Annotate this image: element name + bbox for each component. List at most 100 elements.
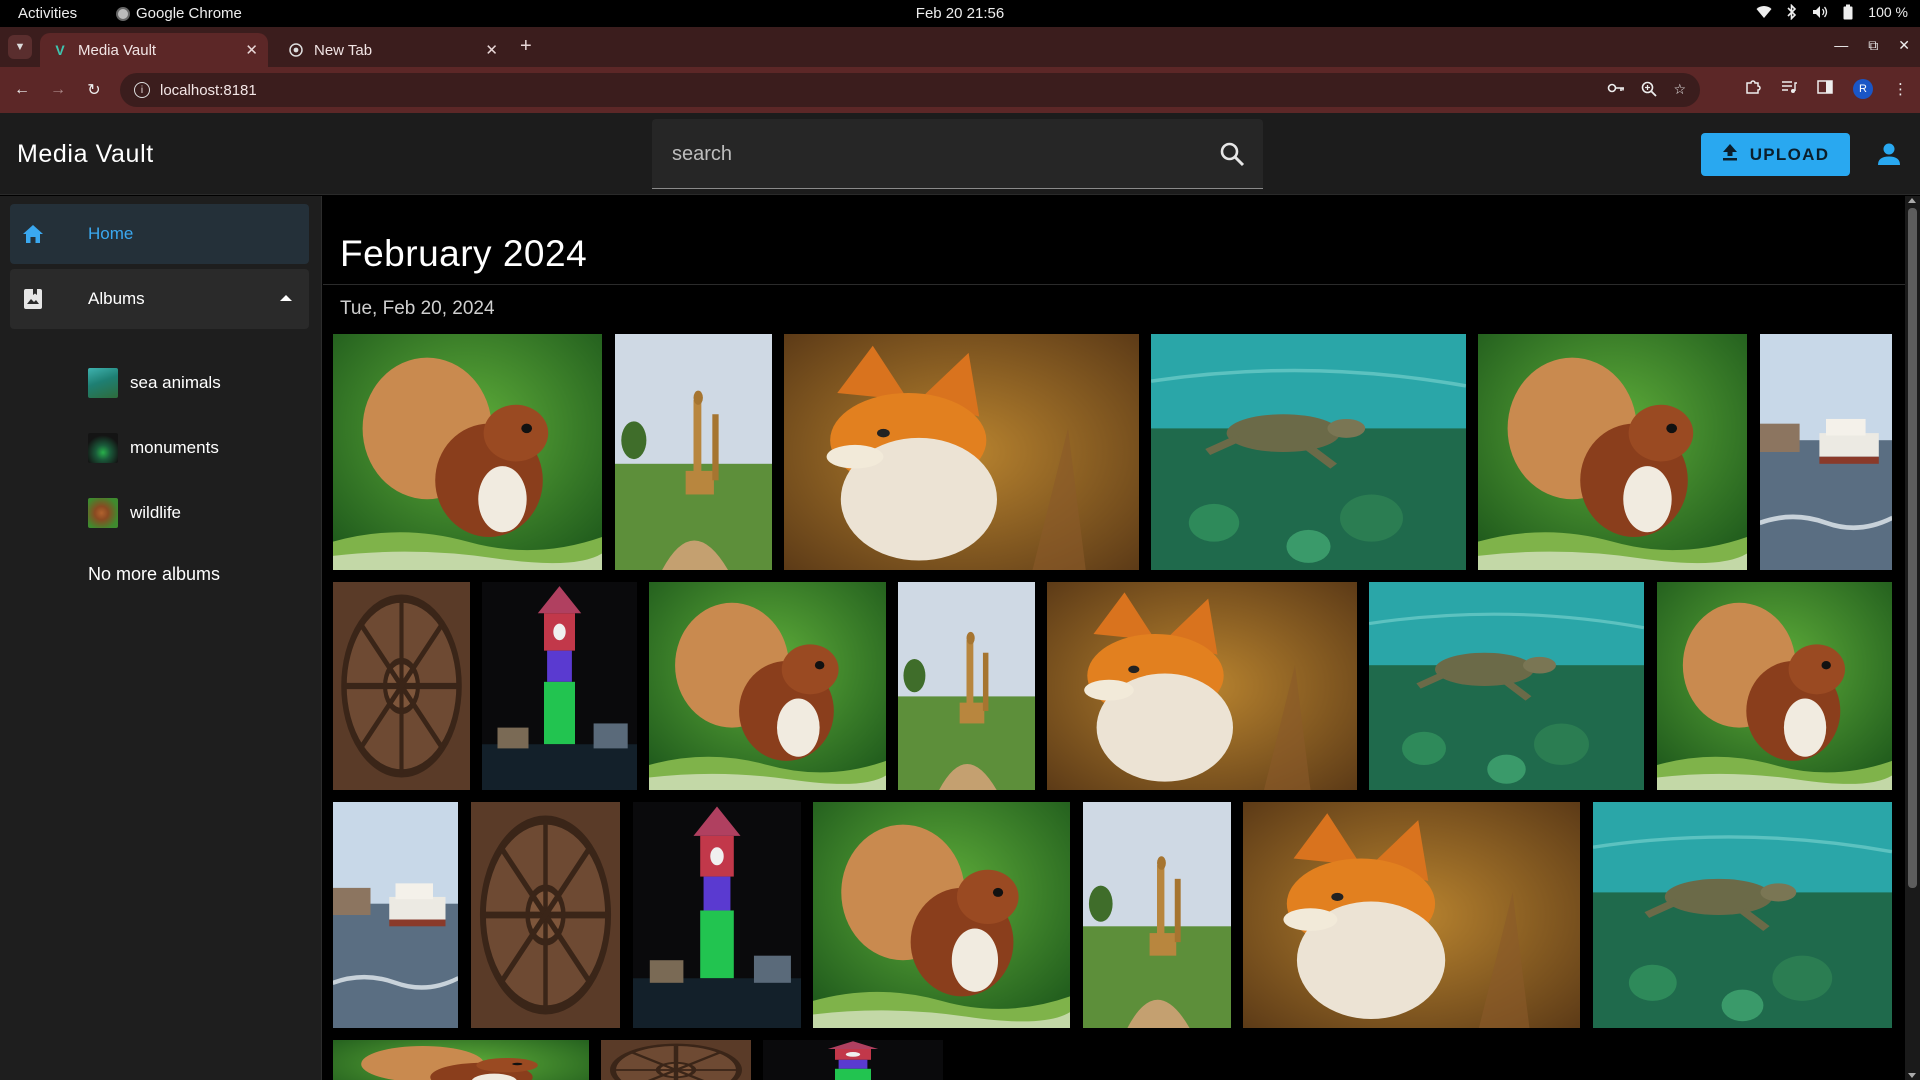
new-tab-plus-icon[interactable]: + xyxy=(520,36,532,56)
activities-button[interactable]: Activities xyxy=(18,5,77,22)
photo-squirrel[interactable] xyxy=(333,334,602,570)
scroll-up-icon[interactable] xyxy=(1908,198,1916,203)
app-title[interactable]: Media Vault xyxy=(17,140,154,169)
browser-tab-strip: ▼ V Media Vault ✕ New Tab ✕ + — ⧉ ✕ xyxy=(0,27,1920,67)
photo-squirrel[interactable] xyxy=(1478,334,1747,570)
tab-new-tab[interactable]: New Tab ✕ xyxy=(276,33,508,67)
photo-ferry[interactable] xyxy=(333,802,458,1028)
window-controls: — ⧉ ✕ xyxy=(1834,37,1910,54)
photo-tower[interactable] xyxy=(482,582,637,790)
profile-avatar[interactable]: R xyxy=(1853,79,1873,99)
photo-giraffe[interactable] xyxy=(1083,802,1231,1028)
photo-wheel[interactable] xyxy=(471,802,620,1028)
photo-fox[interactable] xyxy=(1243,802,1580,1028)
os-top-bar: Activities Google Chrome Feb 20 21:56 10… xyxy=(0,0,1920,27)
no-more-albums-text: No more albums xyxy=(88,564,221,584)
photo-squirrel[interactable] xyxy=(813,802,1070,1028)
url-text: localhost:8181 xyxy=(160,81,257,99)
search-field[interactable] xyxy=(652,119,1263,189)
sidebar: Home Albums sea animals monuments wildli… xyxy=(0,196,322,1080)
page-scrollbar[interactable] xyxy=(1905,196,1920,1080)
bookmark-star-icon[interactable]: ☆ xyxy=(1673,81,1686,100)
photo-turtle[interactable] xyxy=(1369,582,1644,790)
chrome-menu-kebab-icon[interactable]: ⋮ xyxy=(1893,80,1908,98)
photo-squirrel[interactable] xyxy=(1657,582,1892,790)
clock[interactable]: Feb 20 21:56 xyxy=(0,5,1920,22)
album-name: sea animals xyxy=(130,373,221,392)
album-thumbnail xyxy=(88,433,118,463)
forward-arrow-icon[interactable]: → xyxy=(47,79,69,101)
volume-icon xyxy=(1812,4,1828,20)
album-name: monuments xyxy=(130,438,219,457)
photo-album-icon xyxy=(21,287,45,311)
close-window-icon[interactable]: ✕ xyxy=(1898,37,1910,54)
tab-media-vault[interactable]: V Media Vault ✕ xyxy=(40,33,268,67)
chrome-icon xyxy=(116,6,130,21)
search-icon[interactable] xyxy=(1219,141,1245,167)
zoom-icon[interactable] xyxy=(1641,81,1658,100)
album-sea-animals[interactable]: sea animals xyxy=(88,368,221,398)
reload-icon[interactable]: ↻ xyxy=(83,79,105,101)
scrollbar-thumb[interactable] xyxy=(1908,208,1917,888)
system-tray[interactable]: 100 % xyxy=(1756,4,1908,20)
day-heading: Tue, Feb 20, 2024 xyxy=(340,298,495,319)
scroll-down-icon[interactable] xyxy=(1908,1073,1916,1078)
wifi-icon xyxy=(1756,4,1772,20)
photo-fox[interactable] xyxy=(784,334,1139,570)
photo-turtle[interactable] xyxy=(1151,334,1466,570)
album-thumbnail xyxy=(88,498,118,528)
month-divider xyxy=(323,284,1905,285)
photo-tower[interactable] xyxy=(633,802,801,1028)
bluetooth-icon xyxy=(1784,4,1800,20)
back-arrow-icon[interactable]: ← xyxy=(11,79,33,101)
close-tab-icon[interactable]: ✕ xyxy=(245,41,258,59)
active-app-name: Google Chrome xyxy=(136,5,242,22)
home-icon xyxy=(21,222,45,246)
media-vault-favicon-icon: V xyxy=(55,42,65,58)
album-name: wildlife xyxy=(130,503,182,522)
photo-turtle[interactable] xyxy=(1593,802,1892,1028)
sidebar-item-label: Home xyxy=(88,224,134,243)
photo-fox[interactable] xyxy=(1047,582,1357,790)
photo-squirrel[interactable] xyxy=(333,1040,589,1080)
media-controls-icon[interactable] xyxy=(1781,80,1797,98)
restore-icon[interactable]: ⧉ xyxy=(1868,37,1878,54)
app-header: Media Vault UPLOAD xyxy=(0,113,1920,195)
active-app-menu[interactable]: Google Chrome xyxy=(116,5,242,22)
upload-button[interactable]: UPLOAD xyxy=(1701,133,1850,176)
sidebar-item-home[interactable]: Home xyxy=(10,204,309,264)
site-info-icon[interactable]: i xyxy=(134,82,150,98)
upload-label: UPLOAD xyxy=(1749,144,1830,164)
extensions-puzzle-icon[interactable] xyxy=(1745,79,1761,99)
album-monuments[interactable]: monuments xyxy=(88,433,219,463)
photo-giraffe[interactable] xyxy=(898,582,1035,790)
battery-percent: 100 % xyxy=(1868,4,1908,20)
photo-wheel[interactable] xyxy=(601,1040,751,1080)
chrome-favicon-icon xyxy=(288,42,304,58)
upload-icon xyxy=(1722,143,1738,166)
battery-icon xyxy=(1840,4,1856,20)
photo-ferry[interactable] xyxy=(1760,334,1892,570)
tab-search-button[interactable]: ▼ xyxy=(8,35,32,59)
side-panel-icon[interactable] xyxy=(1817,80,1833,98)
tab-title: New Tab xyxy=(314,41,373,59)
close-tab-icon[interactable]: ✕ xyxy=(485,41,498,59)
address-bar[interactable]: i localhost:8181 ☆ xyxy=(120,73,1700,107)
gallery-main: February 2024 Tue, Feb 20, 2024 xyxy=(323,196,1905,1080)
photo-giraffe[interactable] xyxy=(615,334,772,570)
minimize-icon[interactable]: — xyxy=(1834,37,1848,54)
search-input[interactable] xyxy=(672,137,1192,171)
photo-squirrel[interactable] xyxy=(649,582,886,790)
chevron-down-icon: ▼ xyxy=(14,41,26,53)
photo-tower[interactable] xyxy=(763,1040,943,1080)
account-person-icon[interactable] xyxy=(1876,141,1902,167)
month-heading: February 2024 xyxy=(340,233,588,274)
password-key-icon[interactable] xyxy=(1607,81,1625,100)
sidebar-item-label: Albums xyxy=(88,289,145,308)
photo-wheel[interactable] xyxy=(333,582,470,790)
collapse-caret-icon[interactable] xyxy=(280,295,292,301)
tab-title: Media Vault xyxy=(78,41,157,59)
album-wildlife[interactable]: wildlife xyxy=(88,498,181,528)
browser-toolbar: ← → ↻ i localhost:8181 ☆ R ⋮ xyxy=(0,67,1920,113)
sidebar-item-albums[interactable]: Albums xyxy=(10,269,309,329)
